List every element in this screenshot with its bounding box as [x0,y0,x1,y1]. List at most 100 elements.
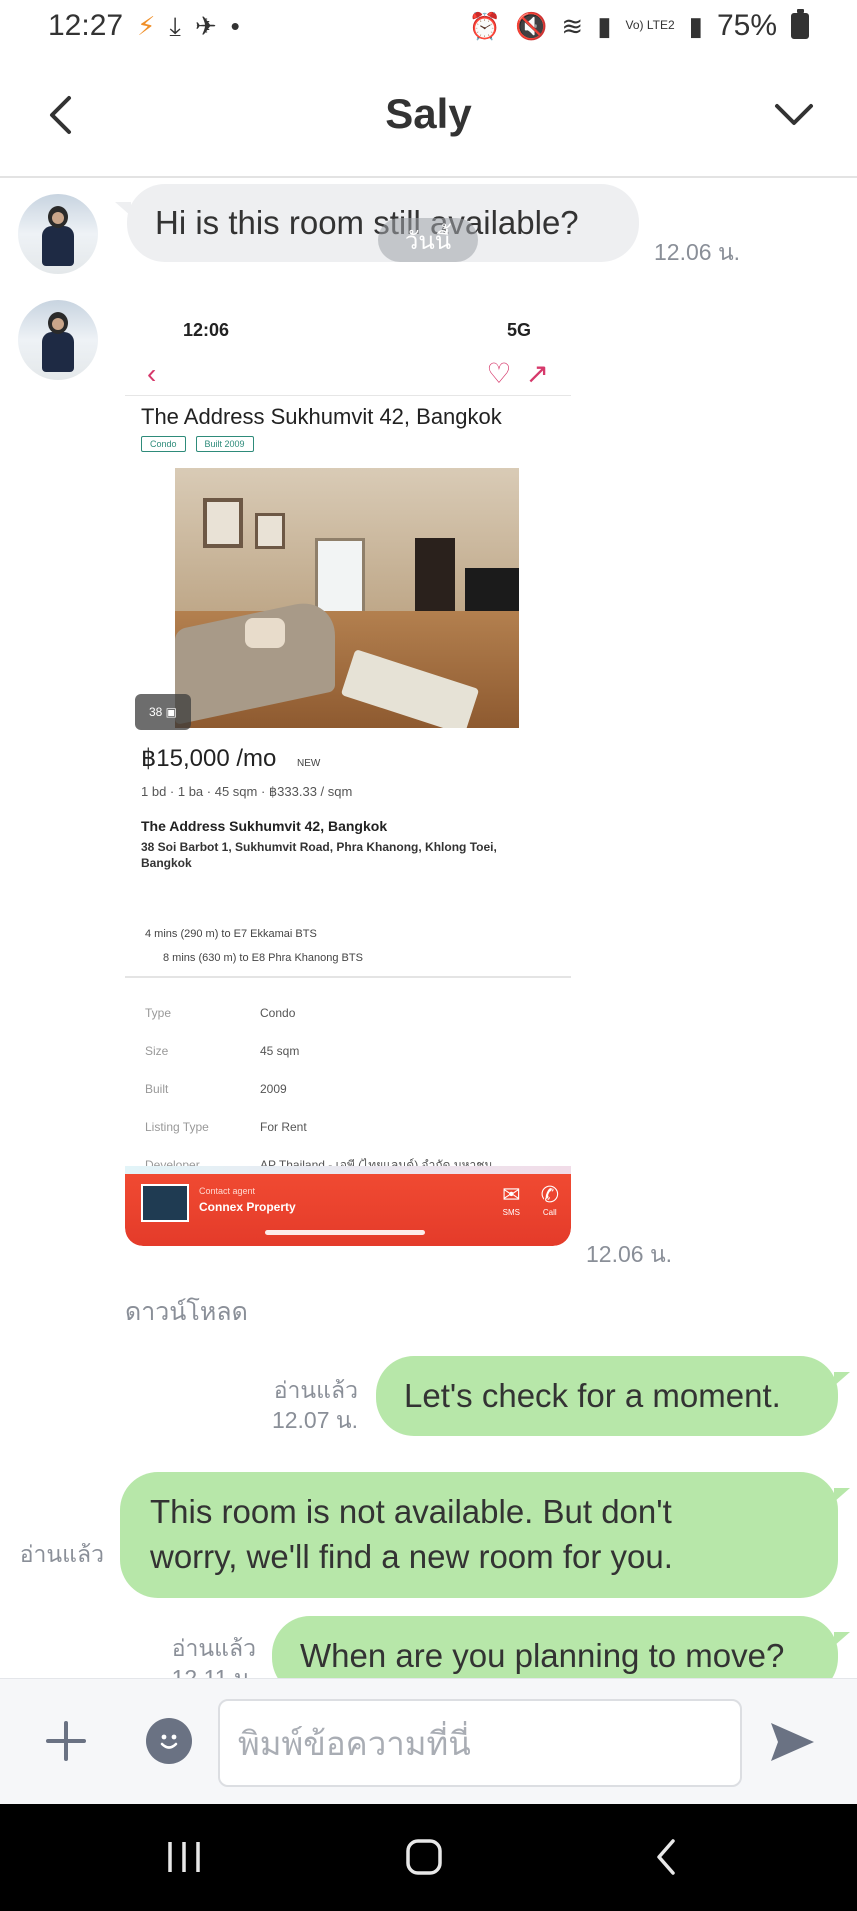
system-back-button[interactable] [636,1832,696,1882]
message-text: When are you planning to move? [300,1636,785,1674]
listing-address-title: The Address Sukhumvit 42, Bangkok [141,818,388,834]
back-button[interactable] [40,88,80,142]
detail-key: Built [145,1082,169,1096]
agent-contact-bar: Contact agent Connex Property ✉ SMS ✆ Call [125,1174,571,1246]
recent-apps-button[interactable] [154,1832,214,1882]
chat-header: Saly [0,52,857,178]
plus-icon [46,1721,86,1761]
detail-key: Size [145,1044,169,1058]
status-bar: 12:27 ⚡ ⤓ ✈ • ⏰ 🔇 ≋ ▮ Vo) LTE2 ▮ 75% [0,0,857,52]
battery-icon [791,9,809,39]
transit-info: 4 mins (290 m) to E7 Ekkamai BTS [145,928,317,940]
message-text: This room is not available. But don't wo… [150,1493,673,1575]
read-label: อ่านแล้ว [171,1635,256,1661]
image-status-time: 12:06 [183,319,230,340]
message-time: 12.07 น. [271,1406,358,1433]
detail-row: Listing Type For Rent [145,1108,555,1146]
message-bubble-outgoing[interactable]: When are you planning to move? [272,1616,850,1678]
transit-info: 8 mins (630 m) to E8 Phra Khanong BTS [163,952,363,964]
image-status-bar: 12:06 5G [125,312,571,348]
message-time: 12.11 น. [171,1664,256,1678]
send-notification-icon: ✈ [194,11,217,41]
detail-row: Size 45 sqm [145,1032,555,1070]
home-button[interactable] [394,1832,454,1882]
detail-value: 45 sqm [260,1044,300,1058]
message-list[interactable]: Hi is this room still available? 12.06 น… [0,178,857,1678]
gallery-count-badge: 38 ▣ [135,694,191,730]
chevron-left-icon [50,96,71,134]
listing-tags: Condo Built 2009 [141,436,254,452]
gallery-icon: ▣ [165,705,178,719]
detail-key: Type [145,1006,172,1020]
detail-value: For Rent [260,1120,307,1134]
message-input-bar [0,1678,857,1804]
listing-address: 38 Soi Barbot 1, Sukhumvit Road, Phra Kh… [141,840,497,870]
download-icon: ⤓ [169,11,181,41]
battery-percent: 75% [716,9,777,42]
image-nav-bar: ‹ ♡ ↗ [125,352,571,396]
status-time: 12:27 [48,9,124,42]
image-status-signal: 5G [506,319,531,340]
listing-tag: Built 2009 [195,436,254,452]
mute-icon: 🔇 [515,11,548,41]
shared-image-message[interactable]: 12:06 5G ‹ ♡ ↗ The Address Sukhumvit 42,… [125,304,571,1246]
share-icon: ↗ [525,358,549,389]
message-text: Let's check for a moment. [404,1376,781,1414]
divider [125,976,571,978]
recent-apps-icon [168,1842,200,1872]
send-icon [771,1723,814,1761]
send-button[interactable] [766,1717,818,1767]
phone-icon: ✆ [540,1182,559,1207]
signal-icon: ▮ [597,11,612,41]
heart-icon: ♡ [486,358,512,389]
alarm-icon: ⏰ [468,11,502,41]
detail-row: Type Condo [145,994,555,1032]
date-separator: วันนี้ [378,218,478,262]
emoji-button[interactable] [146,1718,192,1764]
chat-screen: 12:27 ⚡ ⤓ ✈ • ⏰ 🔇 ≋ ▮ Vo) LTE2 ▮ 75% Sal… [0,0,857,1911]
status-left: 12:27 ⚡ ⤓ ✈ • [48,9,240,43]
agent-logo [141,1184,189,1222]
price-badge: NEW [297,758,321,769]
app-notification-icon: ⚡ [137,11,156,41]
read-label: อ่านแล้ว [273,1377,358,1403]
attach-button[interactable] [42,1717,90,1765]
agent-name: Connex Property [199,1200,296,1214]
menu-dropdown-button[interactable] [767,88,821,142]
back-arrow-icon [657,1839,675,1875]
listing-tag: Condo [141,436,186,452]
detail-row: Built 2009 [145,1070,555,1108]
message-read-status: อ่านแล้ว 12.07 น. [230,1376,358,1436]
chat-title[interactable]: Saly [385,90,471,138]
message-read-status: อ่านแล้ว 12.11 น. [150,1634,256,1678]
image-actions: ♡ ↗ [486,357,549,390]
message-time: 12.06 น. [586,1241,673,1267]
status-right: ⏰ 🔇 ≋ ▮ Vo) LTE2 ▮ 75% [469,9,809,43]
listing-details: Type Condo Size 45 sqm Built 2009 Listing T… [145,994,555,1184]
detail-key: Listing Type [145,1120,209,1134]
listing-specs: 1 bd · 1 ba · 45 sqm · ฿333.33 / sqm [141,784,353,799]
download-link[interactable]: ดาวน์โหลด [125,1292,248,1332]
message-bubble-outgoing[interactable]: Let's check for a moment. [376,1356,850,1436]
message-bubble-outgoing[interactable]: This room is not available. But don't wo… [120,1472,850,1598]
smiley-icon [160,1734,178,1749]
sms-label: SMS [502,1208,521,1217]
message-text: Hi is this room still available? [155,203,579,241]
call-action: ✆ Call [541,1182,559,1217]
message-input[interactable] [218,1699,742,1787]
listing-title: The Address Sukhumvit 42, Bangkok [141,404,502,429]
home-indicator [265,1230,425,1235]
gallery-count: 38 [148,705,163,719]
signal-icon-2: ▮ [688,11,703,41]
chevron-down-icon [775,104,813,125]
image-back-icon: ‹ [147,357,157,389]
call-label: Call [542,1208,557,1217]
wifi-icon: ≋ [561,11,584,41]
price-value: ฿15,000 /mo [141,745,277,772]
more-notifications-dot: • [230,11,240,41]
agent-label: Contact agent [199,1186,256,1196]
contact-avatar[interactable] [18,300,98,380]
contact-avatar[interactable] [18,194,98,274]
sms-icon: ✉ [502,1182,521,1207]
sms-action: ✉ SMS [502,1182,520,1217]
